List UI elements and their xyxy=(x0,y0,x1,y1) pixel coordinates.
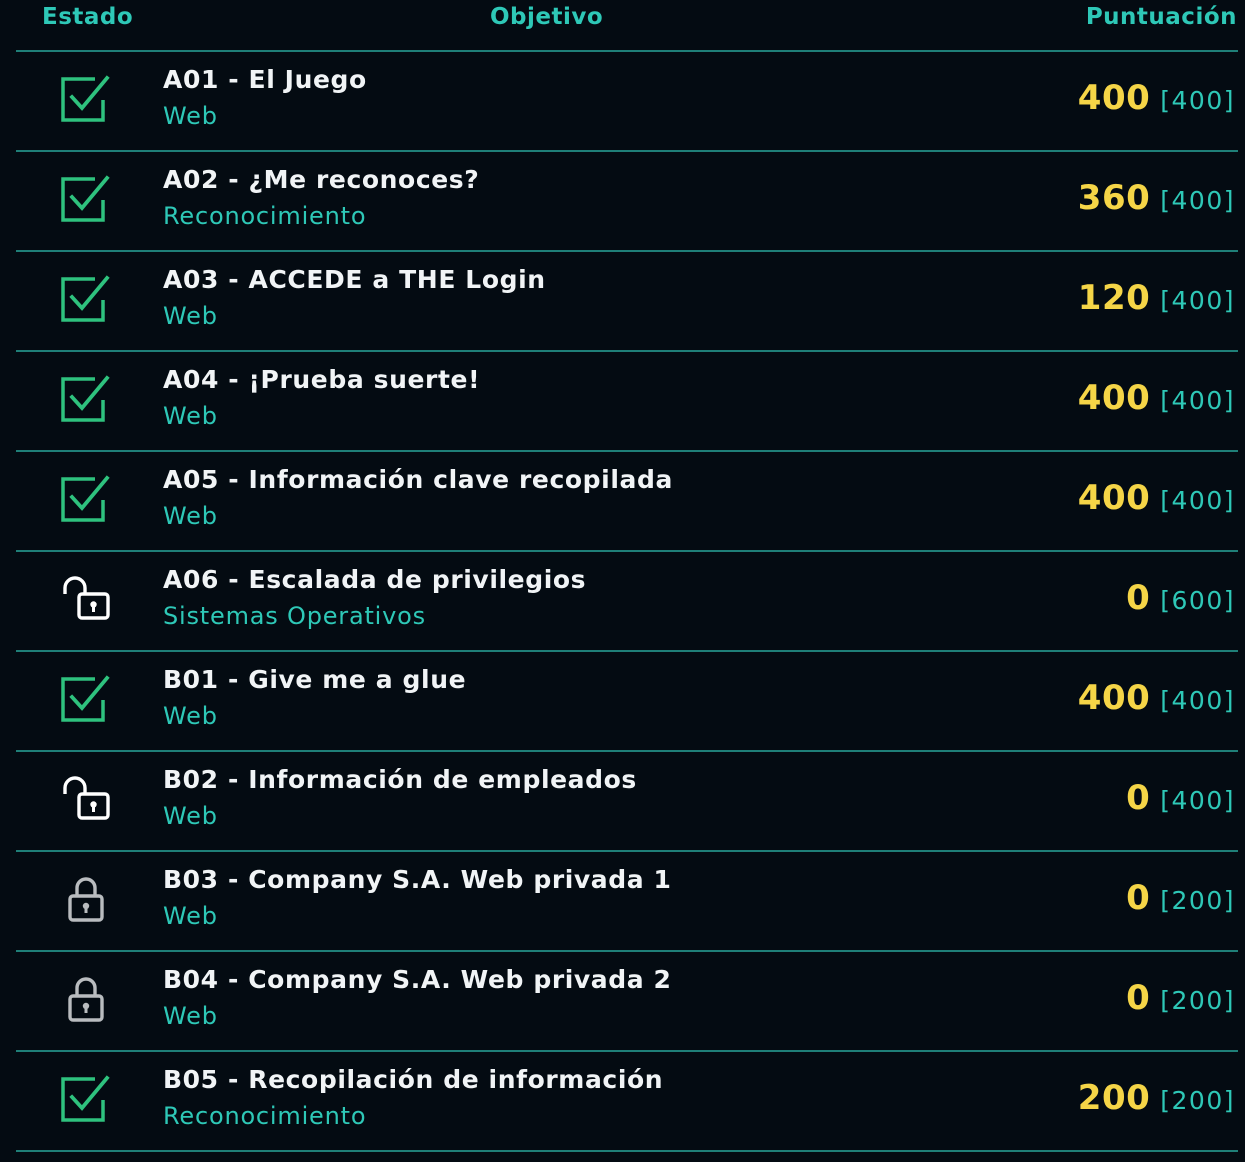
objective-category: Reconocimiento xyxy=(163,1102,367,1130)
checkbox-checked-icon xyxy=(55,1072,115,1128)
objective-name[interactable]: A04 - ¡Prueba suerte! xyxy=(163,365,480,394)
objective-name[interactable]: A03 - ACCEDE a THE Login xyxy=(163,265,546,294)
objective-category: Web xyxy=(163,1002,218,1030)
objective-category: Web xyxy=(163,102,218,130)
score-cell: 0 [400] xyxy=(1126,778,1235,818)
score-max: [200] xyxy=(1160,986,1235,1015)
objectives-table: Estado Objetivo Puntuación A01 - El Jueg… xyxy=(0,0,1245,1162)
score-cell: 200 [200] xyxy=(1078,1078,1235,1118)
checkbox-checked-icon xyxy=(55,472,115,528)
score-max: [400] xyxy=(1160,286,1235,315)
lock-closed-icon xyxy=(55,972,115,1028)
score-cell: 0 [200] xyxy=(1126,878,1235,918)
score-obtained: 200 xyxy=(1077,1078,1151,1118)
score-cell: 0 [200] xyxy=(1126,978,1235,1018)
score-max: [400] xyxy=(1160,86,1235,115)
row-divider xyxy=(16,1150,1238,1152)
table-row[interactable]: A02 - ¿Me reconoces? Reconocimiento 360 [… xyxy=(0,152,1245,252)
objective-category: Web xyxy=(163,502,218,530)
checkbox-checked-icon xyxy=(55,672,115,728)
score-max: [200] xyxy=(1160,886,1235,915)
objective-name[interactable]: B04 - Company S.A. Web privada 2 xyxy=(163,965,672,994)
score-max: [400] xyxy=(1160,186,1235,215)
table-row[interactable]: B04 - Company S.A. Web privada 2 Web 0 [2… xyxy=(0,952,1245,1052)
score-max: [400] xyxy=(1160,486,1235,515)
objective-category: Web xyxy=(163,802,218,830)
score-max: [400] xyxy=(1160,686,1235,715)
lock-open-icon xyxy=(55,572,115,628)
score-obtained: 0 xyxy=(1126,978,1151,1018)
objective-category: Web xyxy=(163,402,218,430)
checkbox-checked-icon xyxy=(55,272,115,328)
objective-category: Web xyxy=(163,302,218,330)
objective-name[interactable]: A01 - El Juego xyxy=(163,65,367,94)
lock-open-icon xyxy=(55,772,115,828)
table-row[interactable]: A03 - ACCEDE a THE Login Web 120 [400] xyxy=(0,252,1245,352)
score-max: [600] xyxy=(1160,586,1235,615)
table-row[interactable]: B02 - Información de empleados Web 0 [400… xyxy=(0,752,1245,852)
table-row[interactable]: A05 - Información clave recopilada Web 4… xyxy=(0,452,1245,552)
objective-name[interactable]: A05 - Información clave recopilada xyxy=(163,465,673,494)
score-obtained: 120 xyxy=(1077,278,1151,318)
score-max: [200] xyxy=(1160,1086,1235,1115)
table-row[interactable]: B05 - Recopilación de información Recono… xyxy=(0,1052,1245,1152)
table-header: Estado Objetivo Puntuación xyxy=(0,0,1245,52)
score-obtained: 360 xyxy=(1077,178,1151,218)
objective-category: Web xyxy=(163,702,218,730)
score-cell: 0 [600] xyxy=(1126,578,1235,618)
objective-category: Reconocimiento xyxy=(163,202,367,230)
score-cell: 400 [400] xyxy=(1078,678,1235,718)
score-max: [400] xyxy=(1160,786,1235,815)
checkbox-checked-icon xyxy=(55,372,115,428)
objective-name[interactable]: B02 - Información de empleados xyxy=(163,765,637,794)
score-obtained: 400 xyxy=(1077,78,1151,118)
objective-name[interactable]: A06 - Escalada de privilegios xyxy=(163,565,586,594)
score-obtained: 400 xyxy=(1077,378,1151,418)
score-cell: 120 [400] xyxy=(1078,278,1235,318)
score-obtained: 400 xyxy=(1077,678,1151,718)
table-row[interactable]: A06 - Escalada de privilegios Sistemas O… xyxy=(0,552,1245,652)
score-obtained: 400 xyxy=(1077,478,1151,518)
checkbox-checked-icon xyxy=(55,172,115,228)
column-header-objetivo[interactable]: Objetivo xyxy=(490,4,603,30)
column-header-puntuacion[interactable]: Puntuación xyxy=(1086,4,1237,30)
objective-name[interactable]: B03 - Company S.A. Web privada 1 xyxy=(163,865,672,894)
checkbox-checked-icon xyxy=(55,72,115,128)
score-obtained: 0 xyxy=(1126,878,1151,918)
score-obtained: 0 xyxy=(1126,778,1151,818)
score-cell: 400 [400] xyxy=(1078,78,1235,118)
table-row[interactable]: A04 - ¡Prueba suerte! Web 400 [400] xyxy=(0,352,1245,452)
objectives-list: A01 - El Juego Web 400 [400] A02 - ¿Me re… xyxy=(0,52,1245,1152)
objective-name[interactable]: A02 - ¿Me reconoces? xyxy=(163,165,479,194)
score-cell: 400 [400] xyxy=(1078,478,1235,518)
objective-category: Sistemas Operativos xyxy=(163,602,426,630)
column-header-estado[interactable]: Estado xyxy=(42,4,133,30)
table-row[interactable]: B01 - Give me a glue Web 400 [400] xyxy=(0,652,1245,752)
objective-category: Web xyxy=(163,902,218,930)
objective-name[interactable]: B01 - Give me a glue xyxy=(163,665,466,694)
table-row[interactable]: B03 - Company S.A. Web privada 1 Web 0 [2… xyxy=(0,852,1245,952)
table-row[interactable]: A01 - El Juego Web 400 [400] xyxy=(0,52,1245,152)
score-cell: 360 [400] xyxy=(1078,178,1235,218)
score-max: [400] xyxy=(1160,386,1235,415)
lock-closed-icon xyxy=(55,872,115,928)
objective-name[interactable]: B05 - Recopilación de información xyxy=(163,1065,663,1094)
score-cell: 400 [400] xyxy=(1078,378,1235,418)
score-obtained: 0 xyxy=(1126,578,1151,618)
